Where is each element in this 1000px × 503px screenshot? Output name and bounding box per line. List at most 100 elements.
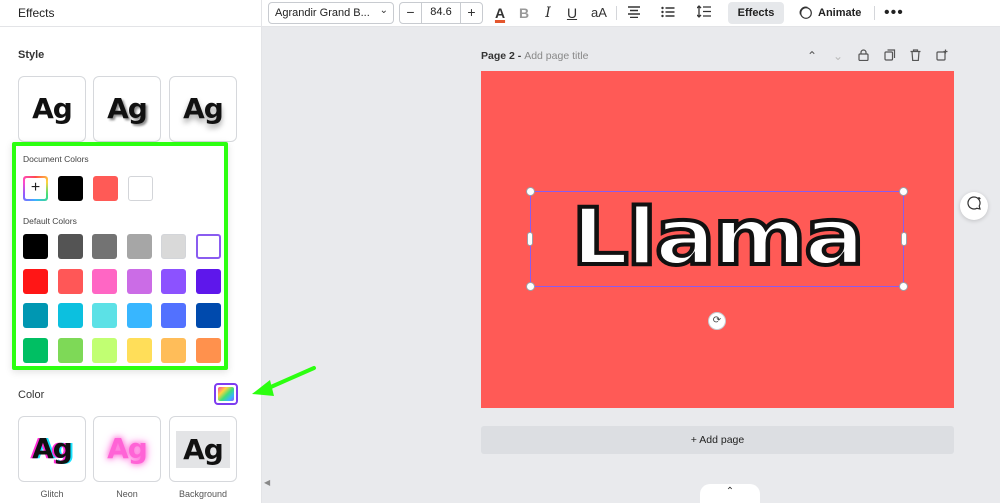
default-color-swatch[interactable] bbox=[57, 234, 83, 259]
default-color-swatch[interactable] bbox=[23, 303, 48, 328]
page-header: Page 2 - Add page title bbox=[481, 50, 589, 62]
scroll-left-icon[interactable]: ◀ bbox=[264, 478, 270, 487]
document-color-swatch[interactable] bbox=[93, 176, 118, 201]
resize-handle-bottom-right[interactable] bbox=[899, 282, 908, 291]
text-color-button[interactable]: A bbox=[490, 3, 510, 23]
letter-case-button[interactable]: aA bbox=[588, 3, 610, 23]
underline-button[interactable]: U bbox=[564, 3, 580, 23]
move-up-icon[interactable]: ⌃ bbox=[807, 49, 817, 63]
add-color-button[interactable]: + bbox=[23, 176, 48, 201]
neon-label: Neon bbox=[116, 489, 138, 499]
style-card-glyph: Ag bbox=[183, 92, 224, 125]
panel-title: Effects bbox=[18, 6, 55, 20]
toolbar-divider bbox=[874, 6, 875, 20]
default-color-swatch[interactable] bbox=[126, 268, 152, 294]
effects-button[interactable]: Effects bbox=[728, 2, 784, 24]
default-color-swatch[interactable] bbox=[57, 303, 83, 328]
plus-icon: + bbox=[25, 178, 46, 199]
font-size-input[interactable]: 84.6 bbox=[422, 6, 460, 18]
default-color-swatch[interactable] bbox=[23, 234, 48, 259]
default-color-swatch[interactable] bbox=[57, 268, 83, 294]
font-family-select[interactable]: Agrandir Grand B... ⌄ bbox=[268, 2, 394, 24]
spacing-icon[interactable] bbox=[694, 3, 714, 23]
style-section-label: Style bbox=[18, 49, 45, 61]
increase-size-button[interactable]: + bbox=[460, 3, 482, 23]
add-page-button[interactable]: + Add page bbox=[481, 426, 954, 454]
chevron-down-icon: ⌄ bbox=[379, 5, 388, 16]
font-family-value: Agrandir Grand B... bbox=[275, 7, 370, 19]
style-card-lift[interactable]: Ag bbox=[169, 76, 237, 142]
editor-root: Effects Agrandir Grand B... ⌄ − 84.6 + A… bbox=[0, 0, 1000, 503]
page-label: Page 2 bbox=[481, 50, 515, 62]
default-color-swatch[interactable] bbox=[195, 268, 221, 294]
text-color-icon: A bbox=[494, 5, 506, 21]
style-card-background[interactable]: Ag bbox=[169, 416, 237, 482]
rotate-icon[interactable]: ⟳ bbox=[708, 312, 726, 330]
style-card-glyph: Ag bbox=[32, 92, 73, 125]
bold-button[interactable]: B bbox=[516, 3, 532, 23]
default-color-swatch[interactable] bbox=[92, 234, 117, 259]
page-title-input[interactable]: Add page title bbox=[524, 50, 588, 62]
default-color-swatch[interactable] bbox=[92, 303, 117, 328]
default-color-swatch[interactable] bbox=[195, 303, 221, 328]
default-color-swatch[interactable] bbox=[161, 234, 186, 259]
duplicate-page-icon[interactable] bbox=[884, 49, 896, 64]
style-card-glyph: Ag bbox=[32, 432, 73, 465]
style-card-shadow[interactable]: Ag bbox=[93, 76, 161, 142]
document-colors-title: Document Colors bbox=[23, 154, 89, 164]
resize-handle-right[interactable] bbox=[901, 232, 907, 246]
resize-handle-bottom-left[interactable] bbox=[526, 282, 535, 291]
animate-label: Animate bbox=[818, 7, 862, 19]
document-color-swatch[interactable] bbox=[128, 176, 153, 201]
style-card-glitch[interactable]: Ag bbox=[18, 416, 86, 482]
text-toolbar: Agrandir Grand B... ⌄ − 84.6 + A B I U a… bbox=[262, 0, 1000, 27]
default-color-swatch[interactable] bbox=[23, 268, 48, 294]
panel-header: Effects bbox=[0, 0, 262, 27]
add-page-icon[interactable] bbox=[936, 49, 948, 64]
default-color-swatch[interactable] bbox=[195, 337, 221, 363]
default-color-swatch[interactable] bbox=[126, 234, 152, 259]
font-size-stepper: − 84.6 + bbox=[399, 2, 483, 24]
annotation-arrow-icon bbox=[252, 366, 316, 396]
bullet-list-icon[interactable] bbox=[658, 3, 678, 23]
expand-pages-icon[interactable]: ⌃ bbox=[700, 484, 760, 503]
default-color-swatch[interactable] bbox=[161, 303, 186, 328]
default-color-swatch[interactable] bbox=[161, 337, 186, 363]
style-card-glyph: Ag bbox=[107, 92, 148, 125]
default-color-swatch[interactable] bbox=[23, 337, 48, 363]
delete-page-icon[interactable] bbox=[910, 49, 921, 64]
align-center-icon[interactable] bbox=[624, 3, 644, 23]
move-down-icon[interactable]: ⌄ bbox=[833, 49, 843, 63]
style-card-neon[interactable]: Ag bbox=[93, 416, 161, 482]
style-card-glyph: Ag bbox=[176, 431, 230, 468]
italic-button[interactable]: I bbox=[540, 3, 556, 23]
resize-handle-top-right[interactable] bbox=[899, 187, 908, 196]
background-label: Background bbox=[178, 489, 228, 499]
resize-handle-left[interactable] bbox=[527, 232, 533, 246]
default-color-swatch[interactable] bbox=[92, 337, 117, 363]
selection-box bbox=[530, 191, 904, 287]
style-card-none[interactable]: Ag bbox=[18, 76, 86, 142]
color-section-label: Color bbox=[18, 389, 45, 401]
default-color-swatch[interactable] bbox=[126, 303, 152, 328]
lock-icon[interactable] bbox=[858, 49, 869, 64]
rainbow-swatch-icon bbox=[218, 387, 234, 401]
document-color-swatch[interactable] bbox=[58, 176, 83, 201]
add-comment-icon[interactable] bbox=[960, 192, 988, 220]
animate-button[interactable]: Animate bbox=[798, 2, 868, 24]
resize-handle-top-left[interactable] bbox=[526, 187, 535, 196]
default-colors-title: Default Colors bbox=[23, 216, 77, 226]
decrease-size-button[interactable]: − bbox=[400, 3, 422, 23]
toolbar-divider bbox=[616, 6, 617, 20]
default-color-swatch[interactable] bbox=[195, 234, 221, 259]
default-color-swatch[interactable] bbox=[126, 337, 152, 363]
default-color-swatch[interactable] bbox=[92, 268, 117, 294]
animate-icon bbox=[799, 6, 812, 19]
color-popover: Document Colors + Default Colors bbox=[12, 142, 228, 370]
default-color-swatch[interactable] bbox=[57, 337, 83, 363]
more-options-button[interactable]: ••• bbox=[884, 3, 904, 23]
color-picker-button[interactable] bbox=[214, 383, 238, 405]
glitch-label: Glitch bbox=[40, 489, 64, 499]
default-color-swatch[interactable] bbox=[161, 268, 186, 294]
style-card-glyph: Ag bbox=[107, 432, 148, 465]
